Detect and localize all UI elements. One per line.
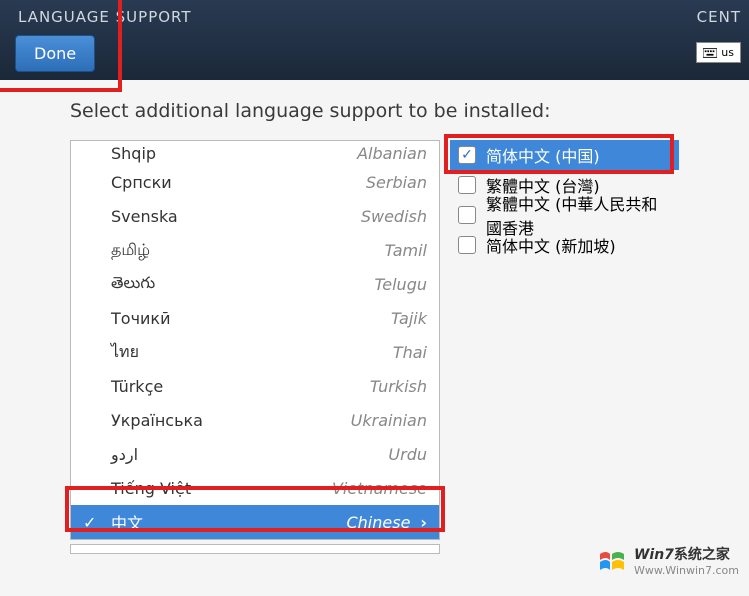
page-title: LANGUAGE SUPPORT bbox=[18, 8, 192, 26]
variant-checkbox[interactable] bbox=[458, 176, 476, 194]
language-native-label: Türkçe bbox=[111, 377, 370, 396]
language-row[interactable]: ✓SvenskaSwedish› bbox=[71, 199, 439, 233]
language-row[interactable]: ✓ 中文Chinese › bbox=[71, 505, 439, 539]
language-native-label: తెలుగు bbox=[111, 273, 374, 296]
variant-label: 简体中文 (中国) bbox=[486, 143, 600, 167]
language-native-label: اردو bbox=[111, 445, 388, 464]
language-list-wrap: ✓ShqipAlbanian›✓СрпскиSerbian›✓SvenskaSw… bbox=[70, 140, 440, 554]
language-native-label: Српски bbox=[111, 173, 366, 192]
language-row[interactable]: ✓ไทยThai› bbox=[71, 335, 439, 369]
variant-list[interactable]: 简体中文 (中国)繁體中文 (台灣)繁體中文 (中華人民共和國香港简体中文 (新… bbox=[450, 140, 679, 260]
keyboard-layout-label: us bbox=[721, 46, 734, 59]
language-english-label: Turkish bbox=[370, 377, 427, 396]
language-english-label: Tajik bbox=[391, 309, 427, 328]
variant-checkbox[interactable] bbox=[458, 236, 476, 254]
content-area: Select additional language support to be… bbox=[0, 80, 749, 564]
language-native-label: Українська bbox=[111, 411, 351, 430]
language-english-label: Vietnamese bbox=[332, 479, 427, 498]
watermark-url: Www.Winwin7.com bbox=[634, 564, 739, 577]
keyboard-indicator[interactable]: us bbox=[696, 42, 741, 63]
language-row[interactable]: ✓ТочикӣTajik› bbox=[71, 301, 439, 335]
distro-label: CENT bbox=[697, 8, 741, 26]
language-english-label: Ukrainian bbox=[351, 411, 427, 430]
language-row[interactable]: ✓УкраїнськаUkrainian› bbox=[71, 403, 439, 437]
language-english-label: Tamil bbox=[385, 241, 427, 260]
watermark-title: Win7系统之家 bbox=[634, 547, 739, 564]
language-english-label: Thai bbox=[393, 343, 427, 362]
keyboard-icon bbox=[703, 48, 717, 58]
language-english-label: Serbian bbox=[366, 173, 427, 192]
language-native-label: Tiếng Việt bbox=[111, 479, 332, 498]
language-row[interactable]: ✓СрпскиSerbian› bbox=[71, 165, 439, 199]
done-button[interactable]: Done bbox=[15, 35, 95, 72]
variant-checkbox[interactable] bbox=[458, 146, 476, 164]
language-english-label: Swedish bbox=[361, 207, 427, 226]
variant-checkbox[interactable] bbox=[458, 206, 476, 224]
check-icon: ✓ bbox=[83, 513, 96, 532]
language-row[interactable]: ✓తెలుగుTelugu› bbox=[71, 267, 439, 301]
language-english-label: Telugu bbox=[374, 275, 427, 294]
chevron-right-icon: › bbox=[420, 513, 427, 532]
language-row[interactable]: ✓ShqipAlbanian› bbox=[71, 141, 439, 165]
variant-list-wrap: 简体中文 (中国)繁體中文 (台灣)繁體中文 (中華人民共和國香港简体中文 (新… bbox=[450, 140, 679, 554]
language-native-label: ไทย bbox=[111, 340, 393, 365]
variant-label: 繁體中文 (中華人民共和國香港 bbox=[486, 191, 671, 239]
instruction-text: Select additional language support to be… bbox=[70, 100, 679, 122]
language-english-label: Albanian bbox=[357, 144, 427, 163]
watermark-text: Win7系统之家 Www.Winwin7.com bbox=[634, 547, 739, 577]
language-native-label: Shqip bbox=[111, 144, 357, 163]
language-row[interactable]: ✓தமிழ்Tamil› bbox=[71, 233, 439, 267]
language-english-label: Urdu bbox=[388, 445, 427, 464]
language-list[interactable]: ✓ShqipAlbanian›✓СрпскиSerbian›✓SvenskaSw… bbox=[70, 140, 440, 540]
watermark-logo-icon bbox=[596, 546, 628, 578]
language-native-label: Точикӣ bbox=[111, 309, 391, 328]
watermark: Win7系统之家 Www.Winwin7.com bbox=[596, 546, 739, 578]
language-native-label: தமிழ் bbox=[111, 240, 385, 261]
search-box[interactable] bbox=[70, 544, 440, 554]
language-native-label: Svenska bbox=[111, 207, 361, 226]
language-english-label: Chinese bbox=[346, 513, 410, 532]
variant-label: 简体中文 (新加坡) bbox=[486, 233, 616, 257]
language-row[interactable]: ✓IsiZuluZulu› bbox=[71, 539, 439, 540]
language-native-label: 中文 bbox=[111, 510, 346, 534]
variant-row[interactable]: 繁體中文 (中華人民共和國香港 bbox=[450, 200, 679, 230]
header-bar: LANGUAGE SUPPORT CENT Done us bbox=[0, 0, 749, 80]
panels-container: ✓ShqipAlbanian›✓СрпскиSerbian›✓SvenskaSw… bbox=[70, 140, 679, 554]
language-row[interactable]: ✓اردوUrdu› bbox=[71, 437, 439, 471]
language-row[interactable]: ✓Tiếng ViệtVietnamese› bbox=[71, 471, 439, 505]
variant-row[interactable]: 简体中文 (中国) bbox=[450, 140, 679, 170]
language-row[interactable]: ✓TürkçeTurkish› bbox=[71, 369, 439, 403]
